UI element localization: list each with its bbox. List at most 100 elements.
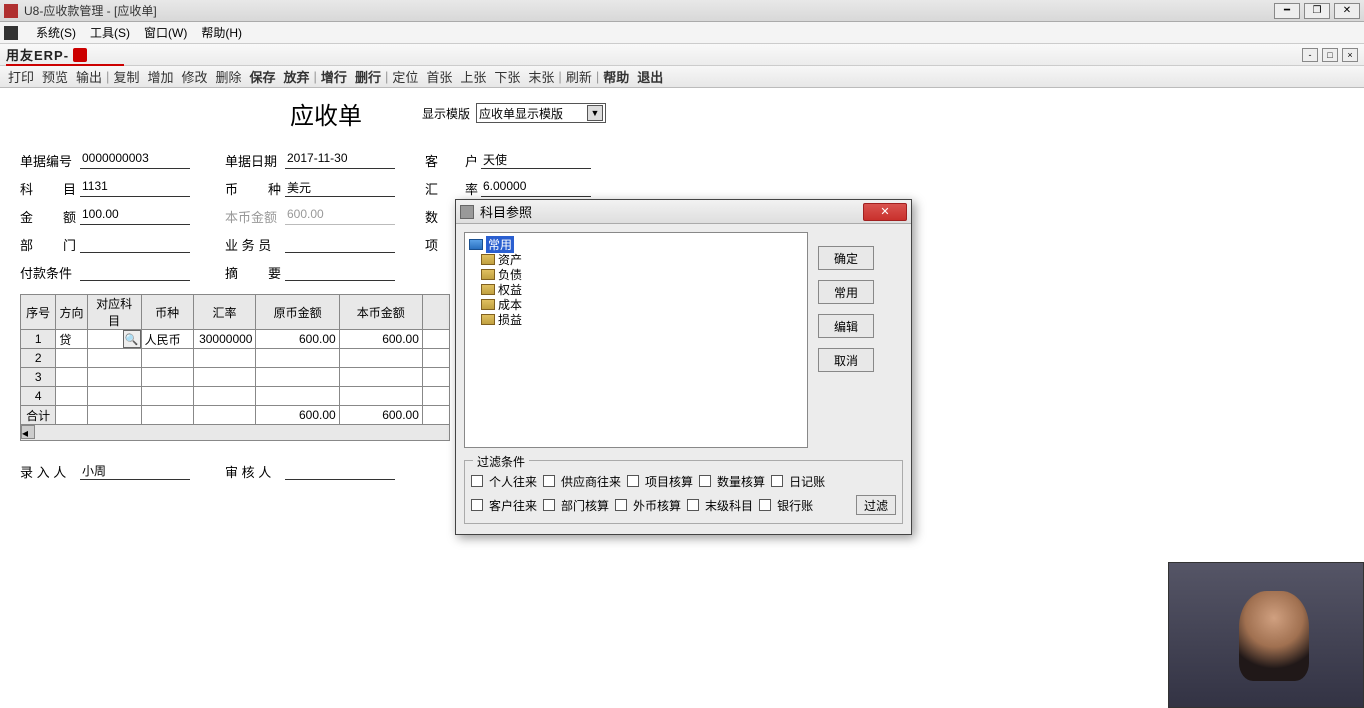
tree-item[interactable]: 负债 <box>469 267 803 282</box>
grid-row[interactable]: 4 <box>21 387 450 406</box>
val-auditby[interactable] <box>285 462 395 480</box>
tb-last[interactable]: 末张 <box>524 67 558 86</box>
cell-extra[interactable] <box>422 330 449 349</box>
val-clerk[interactable] <box>285 235 395 253</box>
outer-minimize-button[interactable]: ━ <box>1274 3 1300 19</box>
tb-save[interactable]: 保存 <box>246 67 280 86</box>
cell-acct[interactable]: 🔍 <box>87 330 141 349</box>
lbl-chk: 个人往来 <box>489 473 537 490</box>
outer-close-button[interactable]: ✕ <box>1334 3 1360 19</box>
scrollbar-thumb[interactable]: ◂ <box>21 425 35 439</box>
val-amount[interactable]: 100.00 <box>80 207 190 225</box>
tb-discard[interactable]: 放弃 <box>280 67 314 86</box>
tree-root[interactable]: 常用 <box>469 237 803 252</box>
lbl-rate-left: 汇 <box>425 179 438 198</box>
tb-prev[interactable]: 上张 <box>456 67 490 86</box>
tb-next[interactable]: 下张 <box>490 67 524 86</box>
tb-preview[interactable]: 预览 <box>38 67 72 86</box>
col-curr[interactable]: 币种 <box>141 295 193 330</box>
tb-copy[interactable]: 复制 <box>109 67 143 86</box>
lbl-payterms: 付款条件 <box>20 263 80 282</box>
grid-row[interactable]: 1 贷 🔍 人民币 30000000 600.00 600.00 <box>21 330 450 349</box>
tree-item[interactable]: 损益 <box>469 312 803 327</box>
menu-window[interactable]: 窗口(W) <box>144 24 187 41</box>
val-subject[interactable]: 1131 <box>80 179 190 197</box>
tb-locate[interactable]: 定位 <box>388 67 422 86</box>
tb-print[interactable]: 打印 <box>4 67 38 86</box>
tb-help[interactable]: 帮助 <box>599 67 633 86</box>
dialog-close-button[interactable]: ✕ <box>863 203 907 221</box>
val-rate[interactable]: 6.00000 <box>481 179 591 197</box>
tb-exit[interactable]: 退出 <box>633 67 667 86</box>
chk-bank[interactable] <box>759 499 771 511</box>
webcam-overlay <box>1168 562 1364 708</box>
tb-delrow[interactable]: 删行 <box>351 67 385 86</box>
tb-addrow[interactable]: 增行 <box>317 67 351 86</box>
lbl-qty: 数 <box>425 207 438 226</box>
mdi-close-button[interactable]: × <box>1342 48 1358 62</box>
val-summary[interactable] <box>285 263 395 281</box>
chk-personal[interactable] <box>471 475 483 487</box>
menu-icon <box>4 26 18 40</box>
filter-button[interactable]: 过滤 <box>856 495 896 515</box>
folder-icon <box>481 254 495 265</box>
grid-hscrollbar[interactable]: ◂ <box>20 425 450 441</box>
val-billno[interactable]: 0000000003 <box>80 151 190 169</box>
tree-item[interactable]: 资产 <box>469 252 803 267</box>
col-orig[interactable]: 原币金额 <box>256 295 339 330</box>
menu-system[interactable]: 系统(S) <box>36 24 76 41</box>
val-payterms[interactable] <box>80 263 190 281</box>
val-dept[interactable] <box>80 235 190 253</box>
tb-modify[interactable]: 修改 <box>177 67 211 86</box>
chk-customer[interactable] <box>471 499 483 511</box>
chk-project[interactable] <box>627 475 639 487</box>
template-select[interactable]: 应收单显示模版 ▼ <box>476 103 606 123</box>
val-currency[interactable]: 美元 <box>285 179 395 197</box>
chk-qty[interactable] <box>699 475 711 487</box>
lookup-button[interactable]: 🔍 <box>123 330 141 348</box>
val-entryby[interactable]: 小周 <box>80 462 190 480</box>
col-local[interactable]: 本币金额 <box>339 295 422 330</box>
dialog-titlebar[interactable]: 科目参照 ✕ <box>456 200 911 224</box>
app-icon <box>4 4 18 18</box>
lbl-chk: 客户往来 <box>489 497 537 514</box>
lbl-chk: 部门核算 <box>561 497 609 514</box>
cell-curr[interactable]: 人民币 <box>141 330 193 349</box>
subject-tree[interactable]: 常用 资产 负债 权益 成本 损益 <box>464 232 808 448</box>
tree-item[interactable]: 权益 <box>469 282 803 297</box>
col-seq[interactable]: 序号 <box>21 295 56 330</box>
chk-foreign[interactable] <box>615 499 627 511</box>
val-billdate[interactable]: 2017-11-30 <box>285 151 395 169</box>
cell-orig[interactable]: 600.00 <box>256 330 339 349</box>
cell-dir[interactable]: 贷 <box>56 330 87 349</box>
outer-restore-button[interactable]: ❐ <box>1304 3 1330 19</box>
tb-add[interactable]: 增加 <box>143 67 177 86</box>
chk-leaf[interactable] <box>687 499 699 511</box>
col-dir[interactable]: 方向 <box>56 295 87 330</box>
mdi-restore-button[interactable]: □ <box>1322 48 1338 62</box>
tree-item[interactable]: 成本 <box>469 297 803 312</box>
dialog-edit-button[interactable]: 编辑 <box>818 314 874 338</box>
tb-first[interactable]: 首张 <box>422 67 456 86</box>
val-customer[interactable]: 天使 <box>481 151 591 169</box>
mdi-minimize-button[interactable]: - <box>1302 48 1318 62</box>
tb-output[interactable]: 输出 <box>72 67 106 86</box>
dropdown-arrow-icon: ▼ <box>587 105 603 121</box>
tb-delete[interactable]: 删除 <box>211 67 245 86</box>
cell-local[interactable]: 600.00 <box>339 330 422 349</box>
chk-journal[interactable] <box>771 475 783 487</box>
menu-help[interactable]: 帮助(H) <box>201 24 242 41</box>
col-extra[interactable] <box>422 295 449 330</box>
dialog-ok-button[interactable]: 确定 <box>818 246 874 270</box>
col-acct[interactable]: 对应科目 <box>87 295 141 330</box>
cell-rate[interactable]: 30000000 <box>193 330 256 349</box>
grid-row[interactable]: 3 <box>21 368 450 387</box>
grid-row[interactable]: 2 <box>21 349 450 368</box>
dialog-cancel-button[interactable]: 取消 <box>818 348 874 372</box>
dialog-common-button[interactable]: 常用 <box>818 280 874 304</box>
tb-refresh[interactable]: 刷新 <box>562 67 596 86</box>
chk-dept[interactable] <box>543 499 555 511</box>
col-rate[interactable]: 汇率 <box>193 295 256 330</box>
chk-supplier[interactable] <box>543 475 555 487</box>
menu-tools[interactable]: 工具(S) <box>90 24 130 41</box>
